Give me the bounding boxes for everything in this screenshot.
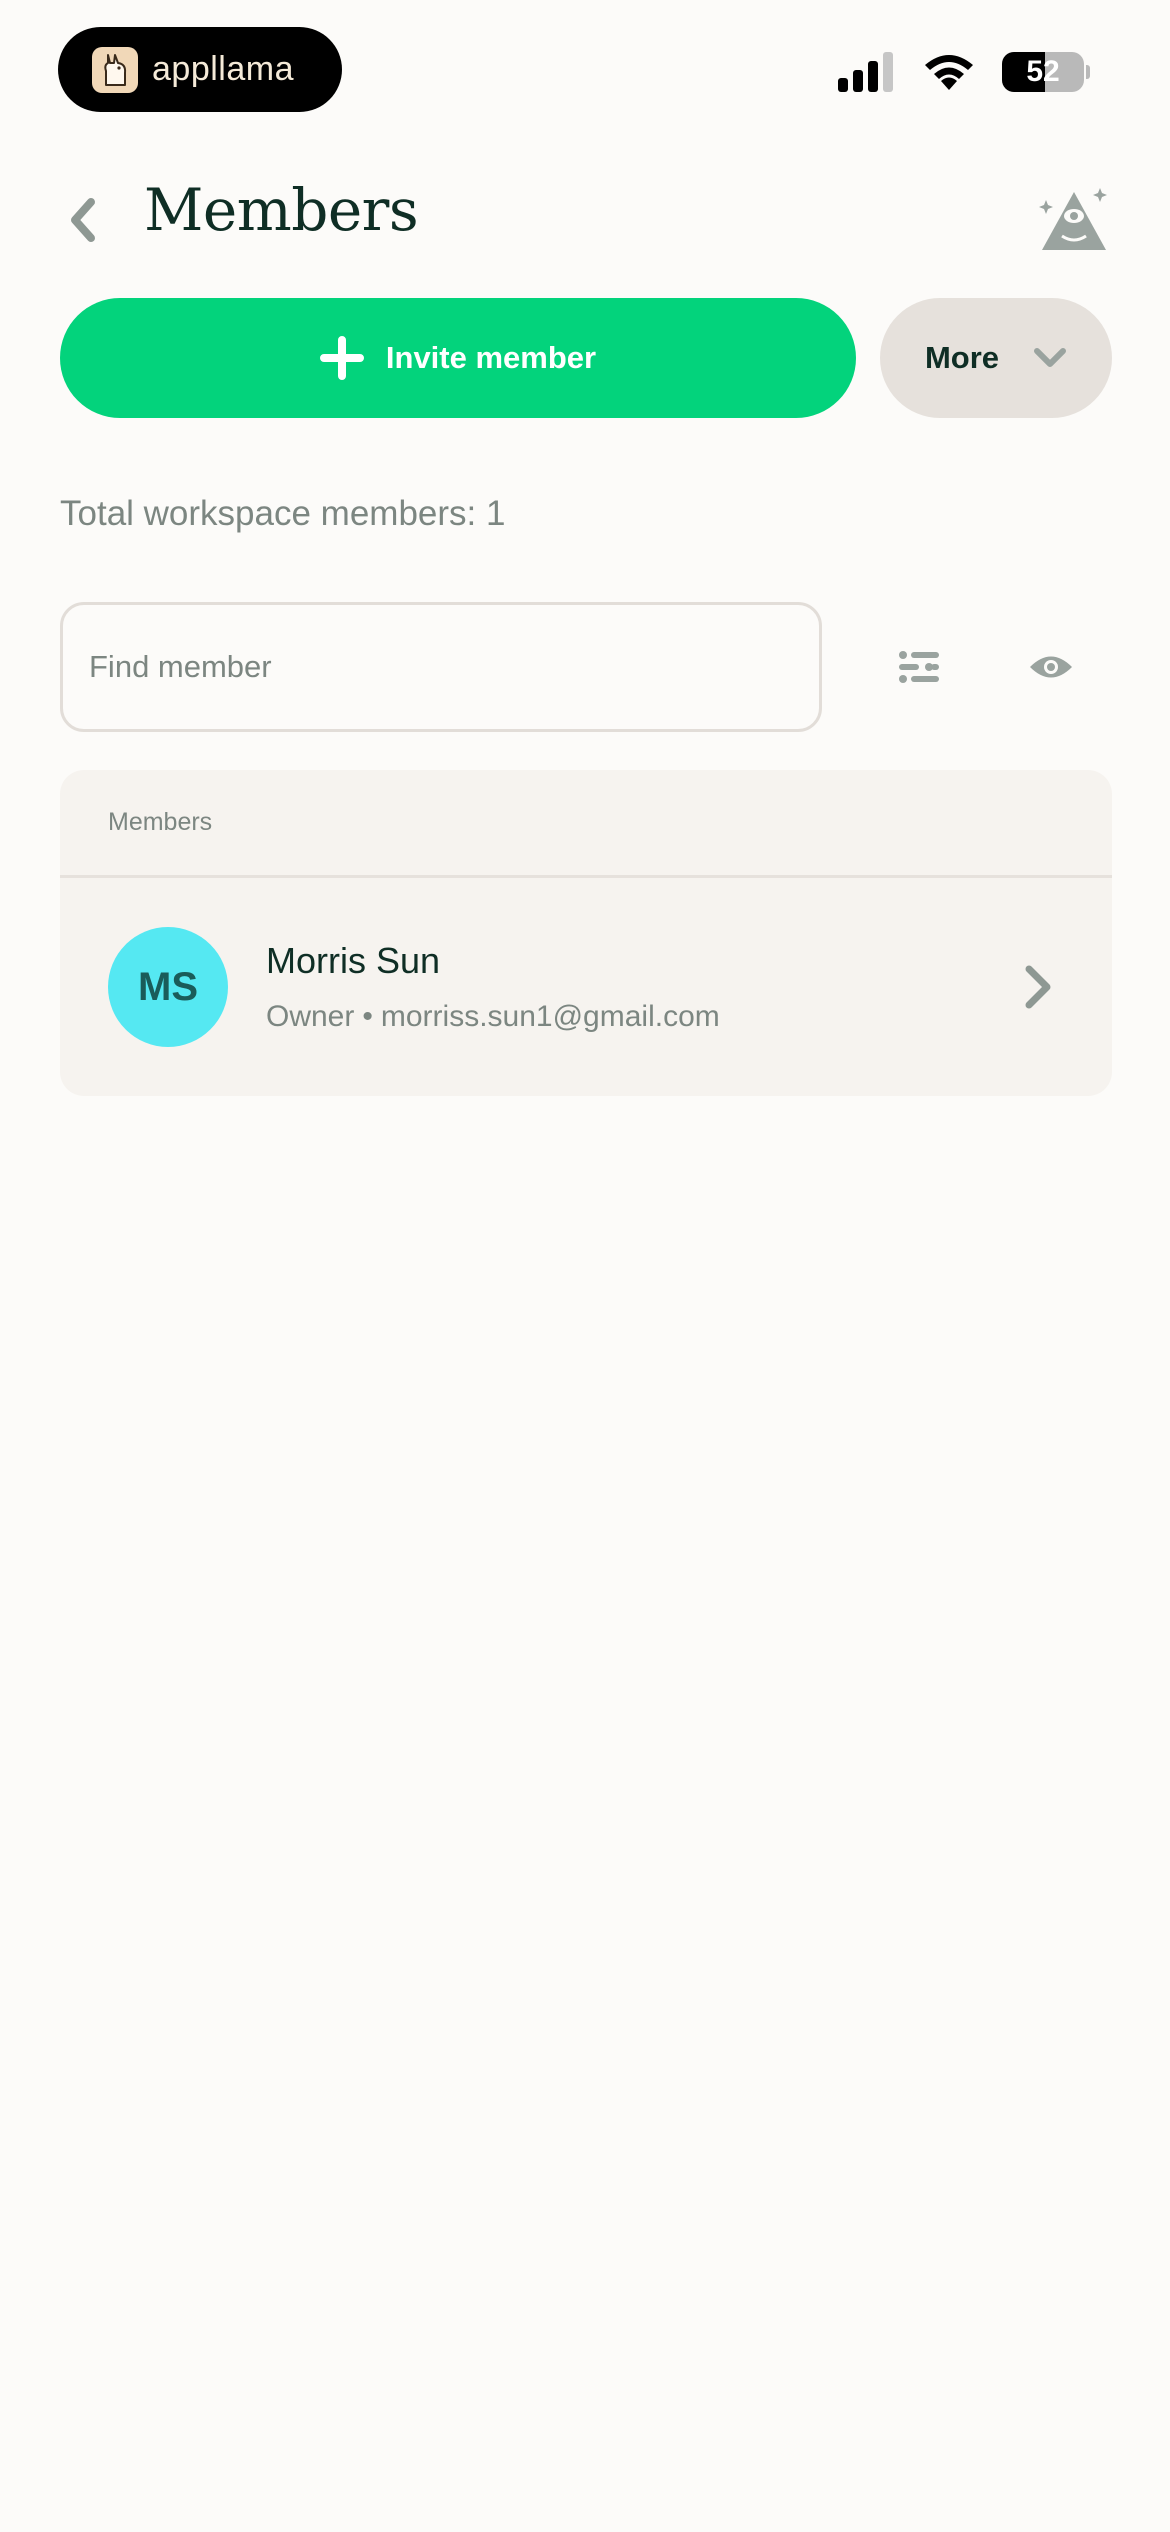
total-members-text: Total workspace members: 1: [60, 494, 506, 533]
filter-button[interactable]: [888, 640, 950, 694]
member-info: Morris Sun Owner • morriss.sun1@gmail.com: [266, 940, 1018, 1034]
eye-icon: [1030, 656, 1072, 678]
members-list-title: Members: [108, 808, 213, 836]
visibility-toggle-button[interactable]: [1020, 640, 1082, 694]
battery-tip: [1086, 65, 1090, 79]
members-list-card: Members MS Morris Sun Owner • morriss.sun1…: [60, 770, 1112, 1096]
invite-member-label: Invite member: [385, 340, 597, 375]
signal-icon: [838, 52, 893, 92]
page-title: Members: [144, 176, 419, 244]
members-list-header: Members: [60, 770, 1112, 878]
back-button[interactable]: [56, 188, 108, 252]
chevron-down-icon: [1034, 348, 1067, 367]
member-separator: •: [362, 1000, 373, 1033]
wifi-icon: [925, 55, 973, 90]
plus-icon: [319, 336, 364, 380]
member-name: Morris Sun: [266, 940, 441, 981]
wizard-icon: [1039, 188, 1107, 250]
brand-name: appllama: [152, 50, 294, 88]
more-label: More: [924, 340, 1000, 375]
invite-member-button[interactable]: Invite member: [60, 298, 856, 418]
brand-pill: appllama: [58, 27, 342, 112]
battery-icon: 52: [1002, 52, 1084, 92]
battery-level: 52: [1026, 55, 1060, 88]
filter-sliders-icon: [899, 651, 939, 683]
chevron-left-icon: [71, 198, 95, 242]
wizard-button[interactable]: [1038, 186, 1110, 252]
member-role: Owner: [266, 1000, 355, 1033]
find-member-input[interactable]: [63, 605, 819, 729]
status-bar: appllama 52: [0, 0, 1170, 140]
more-button[interactable]: More: [880, 298, 1112, 418]
member-row[interactable]: MS Morris Sun Owner • morriss.sun1@gmail.c…: [60, 878, 1112, 1096]
member-email: morriss.sun1@gmail.com: [380, 1000, 720, 1033]
search-box: [60, 602, 822, 732]
status-indicators: 52: [838, 52, 1090, 92]
avatar: MS: [108, 927, 228, 1047]
chevron-right-icon: [1018, 963, 1058, 1011]
member-details: Owner • morriss.sun1@gmail.com: [266, 1000, 1018, 1034]
llama-logo-icon: [92, 46, 138, 93]
